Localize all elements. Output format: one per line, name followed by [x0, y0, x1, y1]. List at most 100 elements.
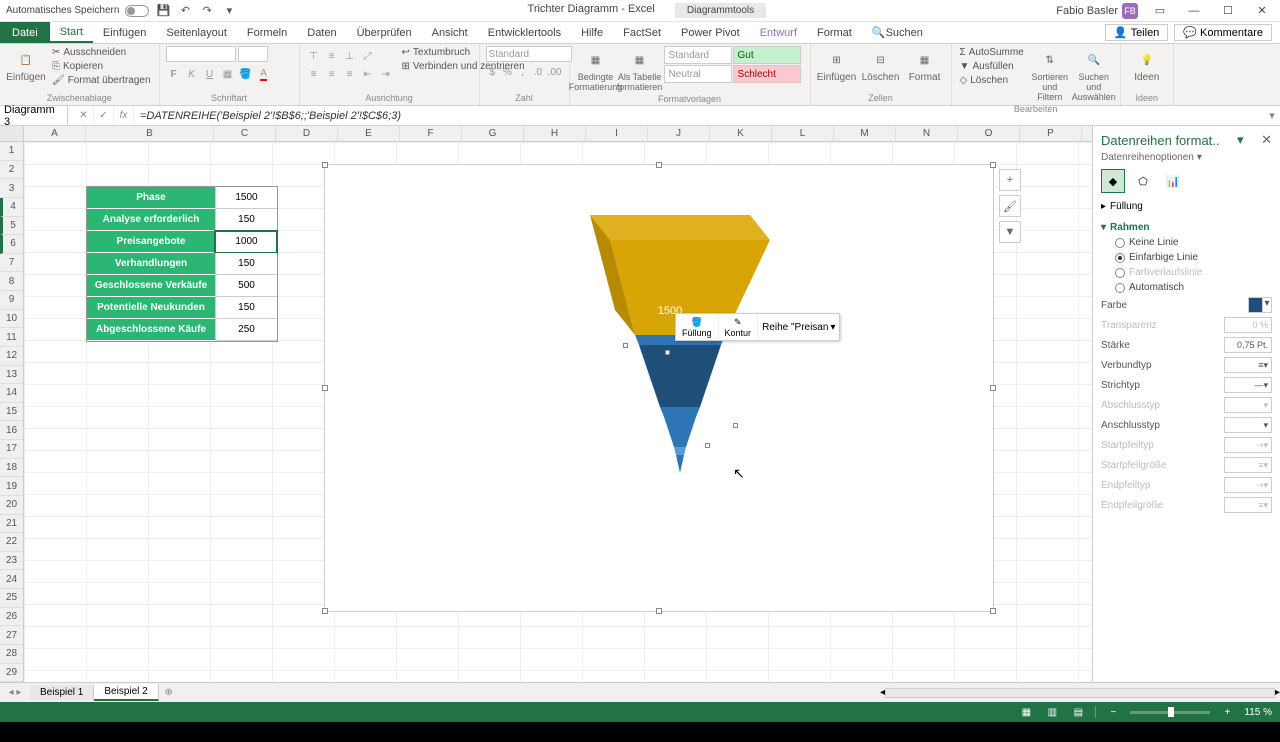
- fill-color-button[interactable]: 🪣: [238, 66, 254, 82]
- funnel-chart[interactable]: + 🖌 ▼: [324, 164, 994, 612]
- col-A[interactable]: A: [24, 126, 86, 141]
- percent-button[interactable]: %: [501, 64, 514, 80]
- comments-button[interactable]: 💬 Kommentare: [1174, 24, 1272, 41]
- find-select-button[interactable]: 🔍Suchen und Auswählen: [1074, 46, 1114, 104]
- font-size-select[interactable]: [238, 46, 268, 62]
- ribbon-display-icon[interactable]: ▭: [1148, 2, 1172, 20]
- resize-handle[interactable]: [322, 385, 328, 391]
- cell-grid[interactable]: Phase1500 Analyse erforderlich150 Preisa…: [24, 142, 1092, 682]
- contextual-tab[interactable]: Diagrammtools: [675, 3, 766, 18]
- fill-line-tab-icon[interactable]: ◆: [1101, 169, 1125, 193]
- page-layout-view-icon[interactable]: ▥: [1043, 704, 1061, 720]
- tab-insert[interactable]: Einfügen: [93, 22, 156, 43]
- resize-handle[interactable]: [656, 608, 662, 614]
- comma-button[interactable]: ,: [516, 64, 529, 80]
- sheet-tab-2[interactable]: Beispiel 2: [94, 684, 158, 701]
- fill-section-toggle[interactable]: ▸ Füllung: [1101, 199, 1272, 214]
- tab-pagelayout[interactable]: Seitenlayout: [156, 22, 237, 43]
- arrow-begin-size-select[interactable]: ≡▾: [1224, 457, 1272, 473]
- tab-powerpivot[interactable]: Power Pivot: [671, 22, 750, 43]
- arrow-begin-select[interactable]: ⇢▾: [1224, 437, 1272, 453]
- font-color-button[interactable]: A: [256, 66, 272, 82]
- zoom-out-button[interactable]: −: [1104, 704, 1122, 720]
- save-icon[interactable]: 💾: [155, 3, 171, 19]
- join-type-select[interactable]: ▾: [1224, 417, 1272, 433]
- sheet-nav[interactable]: ◂ ▸: [0, 687, 30, 698]
- col-I[interactable]: I: [586, 126, 648, 141]
- close-icon[interactable]: ✕: [1250, 2, 1274, 20]
- tab-data[interactable]: Daten: [297, 22, 346, 43]
- cap-type-select[interactable]: ▾: [1224, 397, 1272, 413]
- width-input[interactable]: 0,75 Pt.: [1224, 337, 1272, 353]
- currency-button[interactable]: $: [486, 64, 499, 80]
- indent-inc-button[interactable]: ⇥: [378, 66, 394, 82]
- chart-filter-button[interactable]: ▼: [999, 221, 1021, 243]
- col-P[interactable]: P: [1020, 126, 1082, 141]
- delete-cells-button[interactable]: ⊟Löschen: [861, 46, 901, 85]
- col-D[interactable]: D: [276, 126, 338, 141]
- maximize-icon[interactable]: ☐: [1216, 2, 1240, 20]
- enter-formula-icon[interactable]: ✓: [94, 106, 114, 125]
- selection-handle[interactable]: [623, 343, 628, 348]
- tab-factset[interactable]: FactSet: [613, 22, 671, 43]
- arrow-end-select[interactable]: ⇢▾: [1224, 477, 1272, 493]
- border-section-toggle[interactable]: ▾ Rahmen: [1101, 220, 1272, 235]
- select-all[interactable]: [0, 126, 24, 141]
- series-options-dropdown[interactable]: Datenreihenoptionen ▾: [1101, 152, 1272, 163]
- autosum-button[interactable]: Σ AutoSumme: [958, 46, 1026, 59]
- mini-fill-button[interactable]: 🪣Füllung: [676, 314, 719, 340]
- border-color-picker[interactable]: ▾: [1248, 297, 1272, 313]
- solid-line-radio[interactable]: Einfarbige Linie: [1101, 250, 1272, 265]
- user-account[interactable]: Fabio Basler FB: [1056, 3, 1138, 19]
- insert-cells-button[interactable]: ⊞Einfügen: [817, 46, 857, 85]
- number-format-select[interactable]: [486, 46, 572, 62]
- format-painter-button[interactable]: 🖌 Format übertragen: [50, 74, 153, 87]
- col-C[interactable]: C: [214, 126, 276, 141]
- format-as-table-button[interactable]: ▦Als Tabelle formatieren: [620, 46, 660, 94]
- chart-styles-button[interactable]: 🖌: [999, 195, 1021, 217]
- underline-button[interactable]: U: [202, 66, 218, 82]
- file-tab[interactable]: Datei: [0, 22, 50, 43]
- dec-decimal-button[interactable]: .00: [547, 64, 563, 80]
- cut-button[interactable]: ✂ Ausschneiden: [50, 46, 153, 59]
- ideas-button[interactable]: 💡Ideen: [1127, 46, 1167, 85]
- col-E[interactable]: E: [338, 126, 400, 141]
- zoom-in-button[interactable]: +: [1218, 704, 1236, 720]
- col-M[interactable]: M: [834, 126, 896, 141]
- share-button[interactable]: 👤 Teilen: [1105, 24, 1168, 41]
- copy-button[interactable]: ⎘ Kopieren: [50, 60, 153, 73]
- align-left-button[interactable]: ≡: [306, 66, 322, 82]
- expand-formula-icon[interactable]: ▾: [1264, 109, 1280, 122]
- zoom-slider[interactable]: [1130, 711, 1210, 714]
- resize-handle[interactable]: [322, 162, 328, 168]
- dash-type-select[interactable]: —▾: [1224, 377, 1272, 393]
- minimize-icon[interactable]: —: [1182, 2, 1206, 20]
- col-K[interactable]: K: [710, 126, 772, 141]
- effects-tab-icon[interactable]: ⬠: [1131, 169, 1155, 193]
- close-pane-icon[interactable]: ✕: [1261, 132, 1272, 148]
- format-pane-dropdown-icon[interactable]: ▾: [1237, 132, 1244, 148]
- align-right-button[interactable]: ≡: [342, 66, 358, 82]
- col-O[interactable]: O: [958, 126, 1020, 141]
- arrow-end-size-select[interactable]: ≡▾: [1224, 497, 1272, 513]
- zoom-level[interactable]: 115 %: [1244, 707, 1272, 718]
- autosave-toggle[interactable]: [125, 5, 149, 17]
- indent-dec-button[interactable]: ⇤: [360, 66, 376, 82]
- clear-button[interactable]: ◇ Löschen: [958, 74, 1026, 87]
- sheet-tab-1[interactable]: Beispiel 1: [30, 685, 94, 700]
- name-box[interactable]: Diagramm 3: [0, 106, 68, 125]
- gradient-line-radio[interactable]: Farbverlaufslinie: [1101, 265, 1272, 280]
- transparency-input[interactable]: 0 %: [1224, 317, 1272, 333]
- auto-line-radio[interactable]: Automatisch: [1101, 280, 1272, 295]
- redo-icon[interactable]: ↷: [199, 3, 215, 19]
- no-line-radio[interactable]: Keine Linie: [1101, 235, 1272, 250]
- font-select[interactable]: [166, 46, 236, 62]
- cancel-formula-icon[interactable]: ✕: [74, 106, 94, 125]
- mini-outline-button[interactable]: ✎Kontur: [719, 314, 759, 340]
- col-F[interactable]: F: [400, 126, 462, 141]
- col-H[interactable]: H: [524, 126, 586, 141]
- compound-type-select[interactable]: ≡▾: [1224, 357, 1272, 373]
- tab-developer[interactable]: Entwicklertools: [478, 22, 571, 43]
- align-middle-button[interactable]: ≡: [324, 48, 340, 64]
- page-break-view-icon[interactable]: ▤: [1069, 704, 1087, 720]
